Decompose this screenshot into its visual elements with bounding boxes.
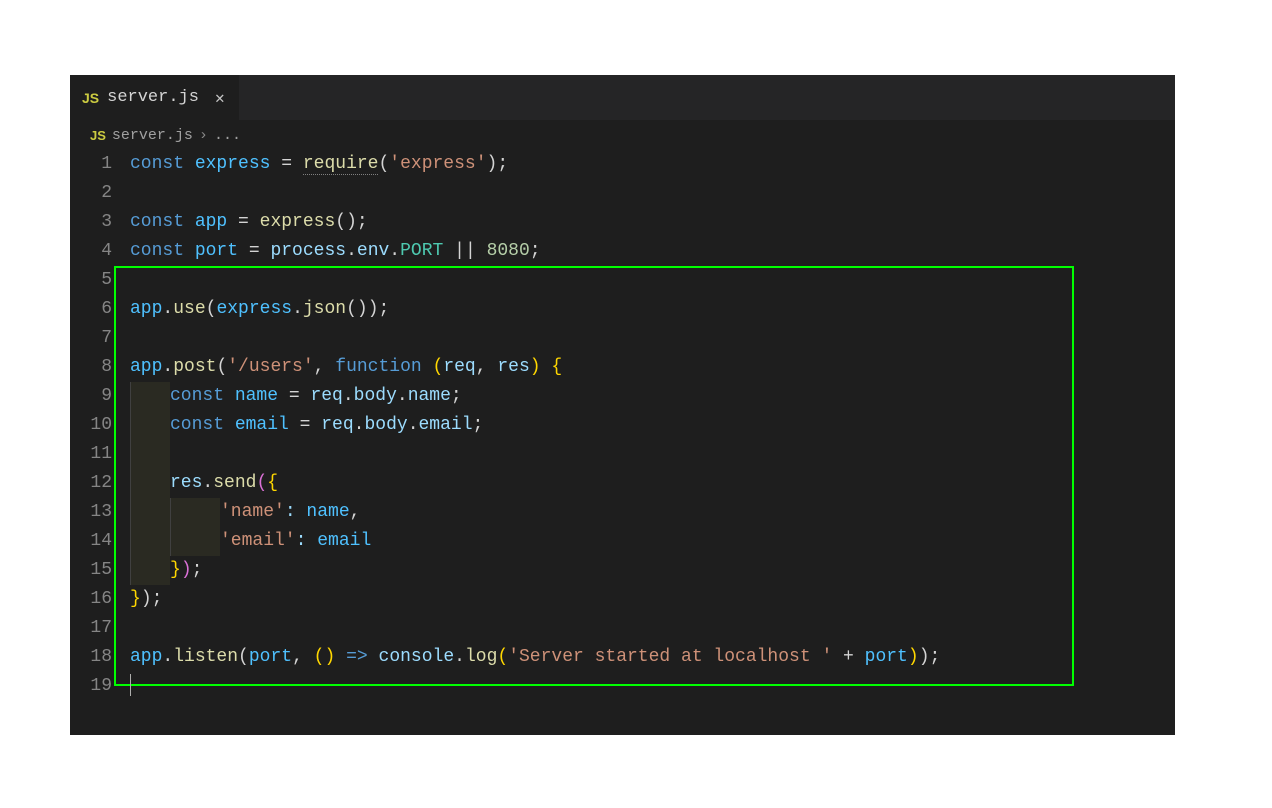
code-line: 'name': name,: [130, 498, 1175, 527]
code-content[interactable]: const express = require('express'); cons…: [130, 150, 1175, 735]
code-line: app.post('/users', function (req, res) {: [130, 353, 1175, 382]
code-line: res.send({: [130, 469, 1175, 498]
code-line: const name = req.body.name;: [130, 382, 1175, 411]
tab-filename: server.js: [107, 88, 199, 107]
breadcrumb-more: ...: [214, 127, 241, 144]
line-number: 15: [70, 556, 112, 585]
code-line: const email = req.body.email;: [130, 411, 1175, 440]
line-number: 11: [70, 440, 112, 469]
indent-guide: [130, 440, 170, 469]
code-line: });: [130, 585, 1175, 614]
breadcrumb-filename: server.js: [112, 127, 193, 144]
indent-guide: [170, 527, 220, 556]
code-line: const app = express();: [130, 208, 1175, 237]
indent-guide: [130, 527, 170, 556]
close-icon[interactable]: ✕: [215, 88, 225, 108]
line-number: 14: [70, 527, 112, 556]
line-number: 17: [70, 614, 112, 643]
tab-server-js[interactable]: JS server.js ✕: [70, 75, 239, 120]
line-number: 16: [70, 585, 112, 614]
text-cursor: [130, 674, 131, 696]
line-number: 9: [70, 382, 112, 411]
indent-guide: [130, 469, 170, 498]
indent-guide: [130, 556, 170, 585]
code-line: });: [130, 556, 1175, 585]
code-line: [130, 614, 1175, 643]
code-line: const express = require('express');: [130, 150, 1175, 179]
line-number: 3: [70, 208, 112, 237]
indent-guide: [130, 411, 170, 440]
line-number: 1: [70, 150, 112, 179]
line-number: 13: [70, 498, 112, 527]
breadcrumb[interactable]: JS server.js › ...: [70, 120, 1175, 150]
line-number: 12: [70, 469, 112, 498]
code-line: 'email': email: [130, 527, 1175, 556]
line-number-gutter: 1 2 3 4 5 6 7 8 9 10 11 12 13 14 15 16 1…: [70, 150, 130, 735]
js-file-icon: JS: [82, 90, 99, 106]
line-number: 18: [70, 643, 112, 672]
code-line: [130, 440, 1175, 469]
tab-bar: JS server.js ✕: [70, 75, 1175, 120]
js-file-icon: JS: [90, 128, 106, 143]
code-line: const port = process.env.PORT || 8080;: [130, 237, 1175, 266]
code-line: app.use(express.json());: [130, 295, 1175, 324]
code-line: [130, 179, 1175, 208]
editor-window: JS server.js ✕ JS server.js › ... 1 2 3 …: [70, 75, 1175, 735]
indent-guide: [170, 498, 220, 527]
indent-guide: [130, 498, 170, 527]
line-number: 4: [70, 237, 112, 266]
code-line: [130, 672, 1175, 701]
line-number: 19: [70, 672, 112, 701]
line-number: 5: [70, 266, 112, 295]
line-number: 8: [70, 353, 112, 382]
chevron-right-icon: ›: [199, 127, 208, 144]
indent-guide: [130, 382, 170, 411]
line-number: 7: [70, 324, 112, 353]
line-number: 10: [70, 411, 112, 440]
line-number: 6: [70, 295, 112, 324]
code-line: app.listen(port, () => console.log('Serv…: [130, 643, 1175, 672]
code-line: [130, 266, 1175, 295]
code-area[interactable]: 1 2 3 4 5 6 7 8 9 10 11 12 13 14 15 16 1…: [70, 150, 1175, 735]
line-number: 2: [70, 179, 112, 208]
code-line: [130, 324, 1175, 353]
